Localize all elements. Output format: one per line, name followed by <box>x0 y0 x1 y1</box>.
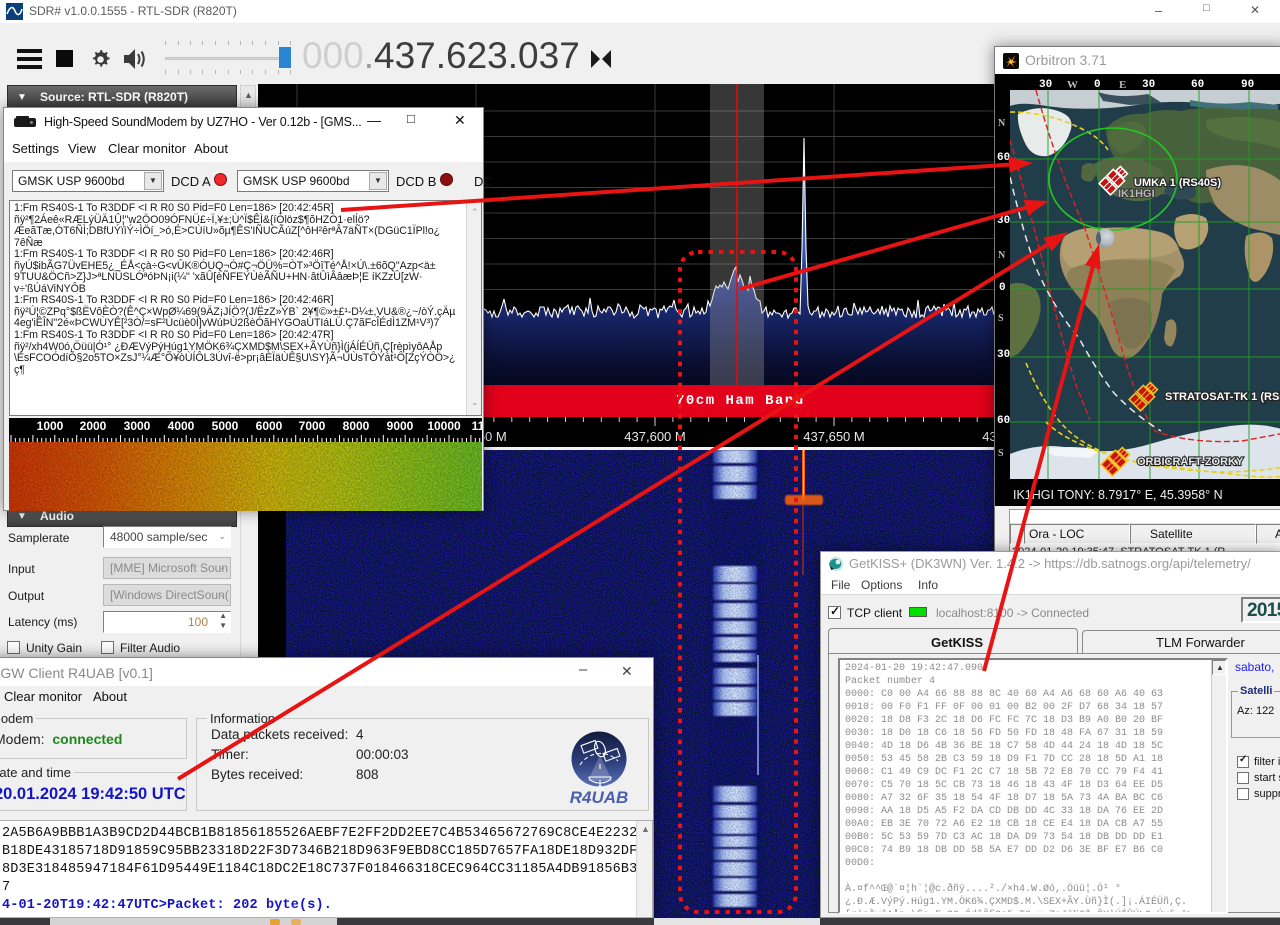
svg-text:437,600 M: 437,600 M <box>624 429 685 444</box>
svg-text:5000: 5000 <box>212 419 239 433</box>
svg-text:3000: 3000 <box>124 419 151 433</box>
svg-text:4000: 4000 <box>168 419 195 433</box>
svg-text:6000: 6000 <box>256 419 283 433</box>
svg-text:IK1HGI: IK1HGI <box>1118 188 1155 200</box>
svg-text:10000: 10000 <box>427 419 461 433</box>
svg-text:11000: 11000 <box>472 419 482 433</box>
svg-text:2000: 2000 <box>80 419 107 433</box>
svg-text:1000: 1000 <box>37 419 64 433</box>
svg-text:STRATOSAT-TK 1 (RS5: STRATOSAT-TK 1 (RS5 <box>1165 391 1280 403</box>
svg-text:9000: 9000 <box>387 419 414 433</box>
svg-text:ORBICRAFT-ZORKY: ORBICRAFT-ZORKY <box>1137 456 1244 468</box>
svg-text:R4UAB: R4UAB <box>570 788 629 807</box>
svg-text:7000: 7000 <box>299 419 326 433</box>
svg-text:8000: 8000 <box>343 419 370 433</box>
svg-text:437,650 M: 437,650 M <box>803 429 864 444</box>
